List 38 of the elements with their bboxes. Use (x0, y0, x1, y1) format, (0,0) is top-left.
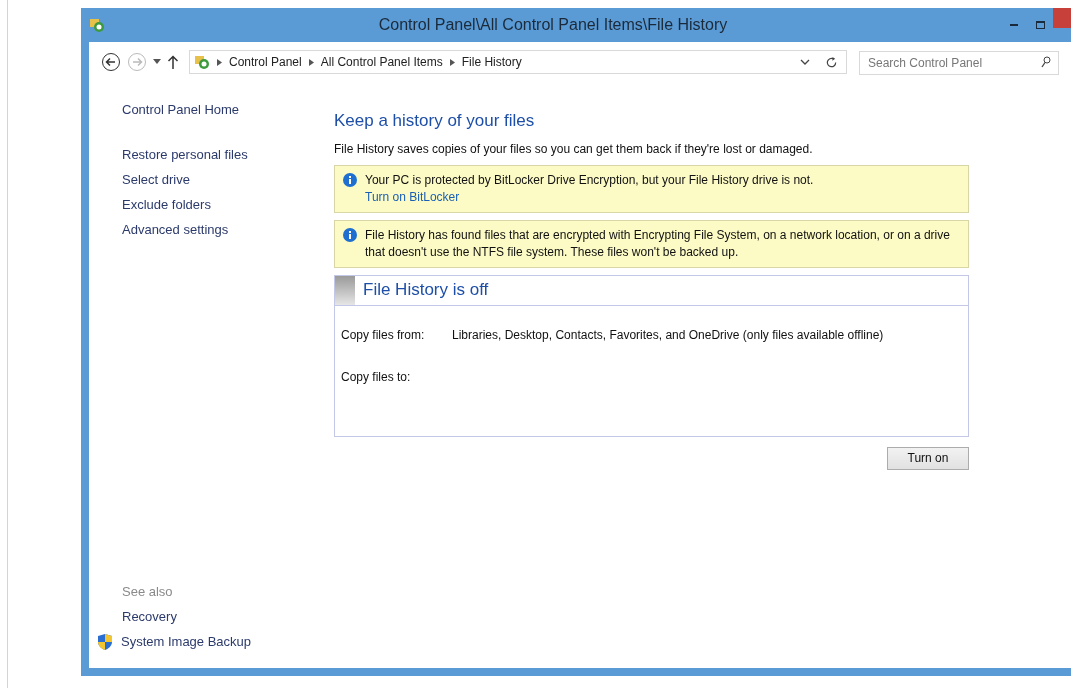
sidebar-link[interactable]: System Image Backup (121, 629, 252, 654)
breadcrumb-item[interactable]: Control Panel (229, 53, 302, 71)
window-title: Control Panel\All Control Panel Items\File History (377, 15, 729, 35)
row-label: Copy files from: (341, 326, 426, 344)
description: File History saves copies of your files so you can get them back if they're lost or damaged. (334, 140, 814, 158)
banner-text: File History has found files that are encrypted with Encrypting File System, on a network location, or on a drive that doesn't use the NTFS file system. These files won't be backed up. (365, 226, 951, 261)
chevron-icon (449, 58, 455, 66)
control-panel-icon (194, 54, 210, 70)
sidebar-link[interactable]: Restore personal files (122, 141, 334, 167)
see-also-heading: See also (122, 583, 174, 601)
bitlocker-link[interactable]: Turn on BitLocker (365, 188, 814, 206)
status-indicator-icon (335, 275, 355, 305)
sidebar-link[interactable]: Control Panel Home (122, 100, 334, 120)
address-bar[interactable]: Control Panel All Control Panel Items File History (189, 50, 847, 74)
chevron-icon (308, 58, 314, 66)
chevron-down-icon[interactable] (800, 58, 810, 66)
turn-on-button[interactable]: Turn on (887, 446, 969, 470)
breadcrumb-item[interactable]: File History (461, 53, 522, 71)
shield-icon (97, 632, 113, 651)
status-title: File History is off (363, 279, 489, 302)
info-icon (343, 172, 357, 187)
sidebar-link[interactable]: Exclude folders (122, 191, 334, 217)
caret-icon[interactable] (153, 59, 161, 65)
search-icon (1041, 56, 1051, 68)
chevron-icon (217, 58, 222, 66)
search-field[interactable]: Search Control Panel (859, 51, 1059, 75)
info-icon (343, 227, 357, 242)
row-label: Copy files to: (341, 368, 412, 386)
sidebar-link[interactable]: Select drive (122, 166, 334, 192)
sidebar-link[interactable]: Recovery (122, 604, 177, 629)
refresh-icon[interactable] (825, 55, 838, 69)
page-heading: Keep a history of your files (334, 110, 536, 132)
row-value: Libraries, Desktop, Contacts, Favorites, and OneDrive (only files available offline) (452, 326, 884, 344)
sidebar-link[interactable]: Advanced settings (122, 216, 334, 242)
control-panel-icon (89, 17, 105, 33)
up-arrow-icon[interactable] (167, 55, 179, 69)
banner-text: Your PC is protected by BitLocker Drive Encryption, but your File History drive is not. (365, 171, 814, 189)
breadcrumb-item[interactable]: All Control Panel Items (320, 53, 443, 71)
